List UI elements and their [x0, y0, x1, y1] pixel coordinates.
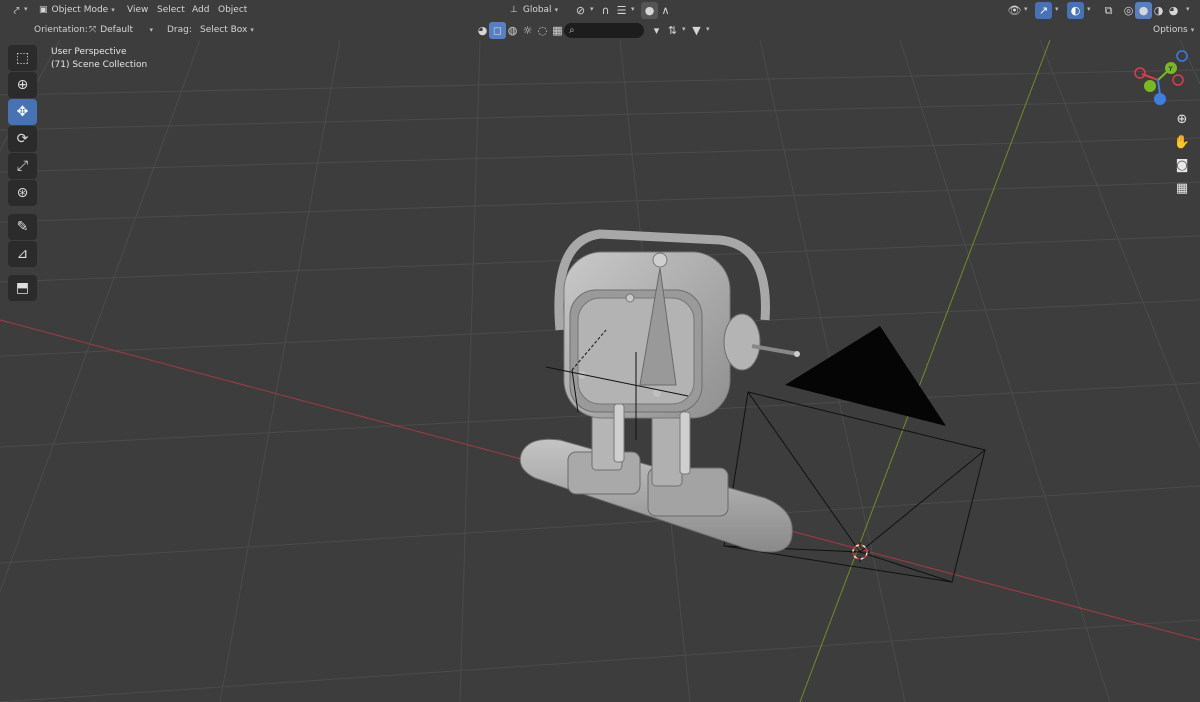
- viewport-info: User Perspective (71) Scene Collection: [51, 46, 147, 72]
- chevron-down-icon: ▾: [111, 5, 115, 14]
- crosshair-icon: ⊕: [16, 77, 29, 93]
- visibility-eye-icon[interactable]: 👁: [1006, 2, 1023, 19]
- shading-rendered-icon[interactable]: ◕: [1165, 2, 1182, 19]
- orientation-dropdown[interactable]: ⤧ Default ▾: [84, 21, 158, 38]
- falloff-curve-icon[interactable]: ∧: [657, 2, 674, 19]
- menu-view[interactable]: View: [122, 1, 153, 18]
- annotate-tool[interactable]: ✎: [8, 214, 37, 240]
- move-icon: ✥: [16, 104, 29, 120]
- navigation-gizmo: Y: [1134, 50, 1188, 105]
- transform-orientation-dropdown[interactable]: ⊥ Global ▾: [505, 1, 563, 18]
- collection-label: (71) Scene Collection: [51, 60, 148, 70]
- robot-model: [519, 229, 800, 553]
- rotate-icon: ⟳: [16, 131, 29, 147]
- chevron-down-icon: ▾: [590, 5, 594, 13]
- zoom-magnifier-icon: ⊕: [1176, 111, 1188, 127]
- camera-object: [723, 391, 986, 583]
- chevron-down-icon: ▾: [554, 5, 559, 14]
- search-icon: ⌕: [569, 25, 575, 36]
- mode-dropdown[interactable]: ▣ Object Mode ▾: [34, 1, 120, 18]
- ruler-icon: ⊿: [16, 246, 29, 262]
- perspective-toggle-button[interactable]: ▦: [1171, 177, 1193, 199]
- cursor-icon: ⬚: [15, 50, 30, 66]
- xray-toggle-icon[interactable]: ⧉: [1100, 2, 1117, 19]
- move-tool[interactable]: ✥: [8, 99, 37, 125]
- chevron-down-icon: ▾: [250, 25, 254, 34]
- measure-tool[interactable]: ⊿: [8, 241, 37, 267]
- cursor-tool[interactable]: ⊕: [8, 72, 37, 98]
- viewport-scene[interactable]: Y: [0, 0, 1200, 702]
- rotate-tool[interactable]: ⟳: [8, 126, 37, 152]
- drag-dropdown[interactable]: Select Box ▾: [195, 21, 259, 38]
- overlays-toggle-icon[interactable]: ◐: [1067, 2, 1084, 19]
- options-label: Options: [1153, 24, 1188, 35]
- camera-view-button[interactable]: ◙: [1171, 154, 1193, 176]
- funnel-filter-icon[interactable]: ▼: [688, 22, 705, 39]
- left-toolbar: ⬚ ⊕ ✥ ⟳ ⤢ ⊛ ✎ ⊿ ⬒: [7, 44, 38, 302]
- snap-increment-icon[interactable]: ☰: [613, 2, 630, 19]
- pencil-icon: ✎: [16, 219, 29, 235]
- orientation-axis-icon: ⊥: [510, 4, 518, 15]
- toolbar-divider: [7, 207, 38, 213]
- chevron-down-icon: ▾: [631, 5, 635, 13]
- chevron-down-icon: ▾: [1024, 5, 1028, 13]
- svg-text:Y: Y: [1168, 65, 1174, 73]
- chevron-down-icon: ▾: [1186, 5, 1190, 13]
- editor-type-axis-icon[interactable]: ⤤: [8, 2, 25, 19]
- gizmo-toggle-icon[interactable]: ↗: [1035, 2, 1052, 19]
- proportional-edit-icon[interactable]: ●: [641, 2, 658, 19]
- grid-icon: ▦: [1175, 180, 1189, 196]
- chevron-down-icon: ▾: [1190, 25, 1195, 34]
- chevron-down-icon: ▾: [706, 25, 710, 33]
- viewport-header: ⤤ ▾ ▣ Object Mode ▾ View Select Add Obje…: [0, 0, 1200, 20]
- perspective-label: User Perspective: [51, 47, 127, 57]
- tool-settings-header: Orientation: ⤧ Default ▾ Drag: Select Bo…: [0, 20, 1200, 40]
- transform-icon: ⊛: [16, 185, 29, 201]
- select-box-tool[interactable]: ⬚: [8, 45, 37, 71]
- chevron-down-icon: ▾: [682, 25, 686, 33]
- drag-label: Drag:: [167, 25, 192, 35]
- add-cube-tool[interactable]: ⬒: [8, 275, 37, 301]
- 3d-viewport[interactable]: Y: [0, 0, 1200, 702]
- transform-tool[interactable]: ⊛: [8, 180, 37, 206]
- scale-tool[interactable]: ⤢: [8, 153, 37, 179]
- chevron-down-icon: ▾: [24, 5, 28, 13]
- chevron-down-icon: ▾: [1055, 5, 1059, 13]
- chevron-down-icon: ▾: [149, 25, 153, 34]
- orientation-value: Default: [100, 24, 134, 35]
- pan-button[interactable]: ✋: [1171, 131, 1193, 153]
- drag-value: Select Box: [200, 24, 248, 35]
- light-object: [785, 326, 946, 426]
- snap-magnet-icon[interactable]: ∩: [597, 2, 614, 19]
- options-dropdown[interactable]: Options ▾: [1148, 21, 1199, 38]
- mode-label: Object Mode: [51, 4, 109, 15]
- cube-icon: ⬒: [15, 280, 30, 296]
- orientation-label: Global: [522, 4, 552, 15]
- zoom-button[interactable]: ⊕: [1171, 108, 1193, 130]
- sort-icon[interactable]: ⇅: [664, 22, 681, 39]
- pivot-point-icon[interactable]: ⊘: [572, 2, 589, 19]
- filter-dropdown-icon[interactable]: ▾: [648, 22, 665, 39]
- object-mode-icon: ▣: [39, 4, 48, 15]
- camera-icon: ◙: [1175, 157, 1189, 173]
- toolbar-divider: [7, 268, 38, 274]
- menu-select[interactable]: Select: [152, 1, 190, 18]
- orientation-label: Orientation:: [34, 25, 88, 35]
- menu-object[interactable]: Object: [213, 1, 252, 18]
- menu-add[interactable]: Add: [187, 1, 214, 18]
- scale-icon: ⤢: [16, 158, 29, 174]
- chevron-down-icon: ▾: [1087, 5, 1091, 13]
- search-input[interactable]: ⌕: [564, 23, 644, 38]
- orientation-gizmo-icon: ⤧: [89, 24, 97, 35]
- hand-icon: ✋: [1173, 134, 1191, 150]
